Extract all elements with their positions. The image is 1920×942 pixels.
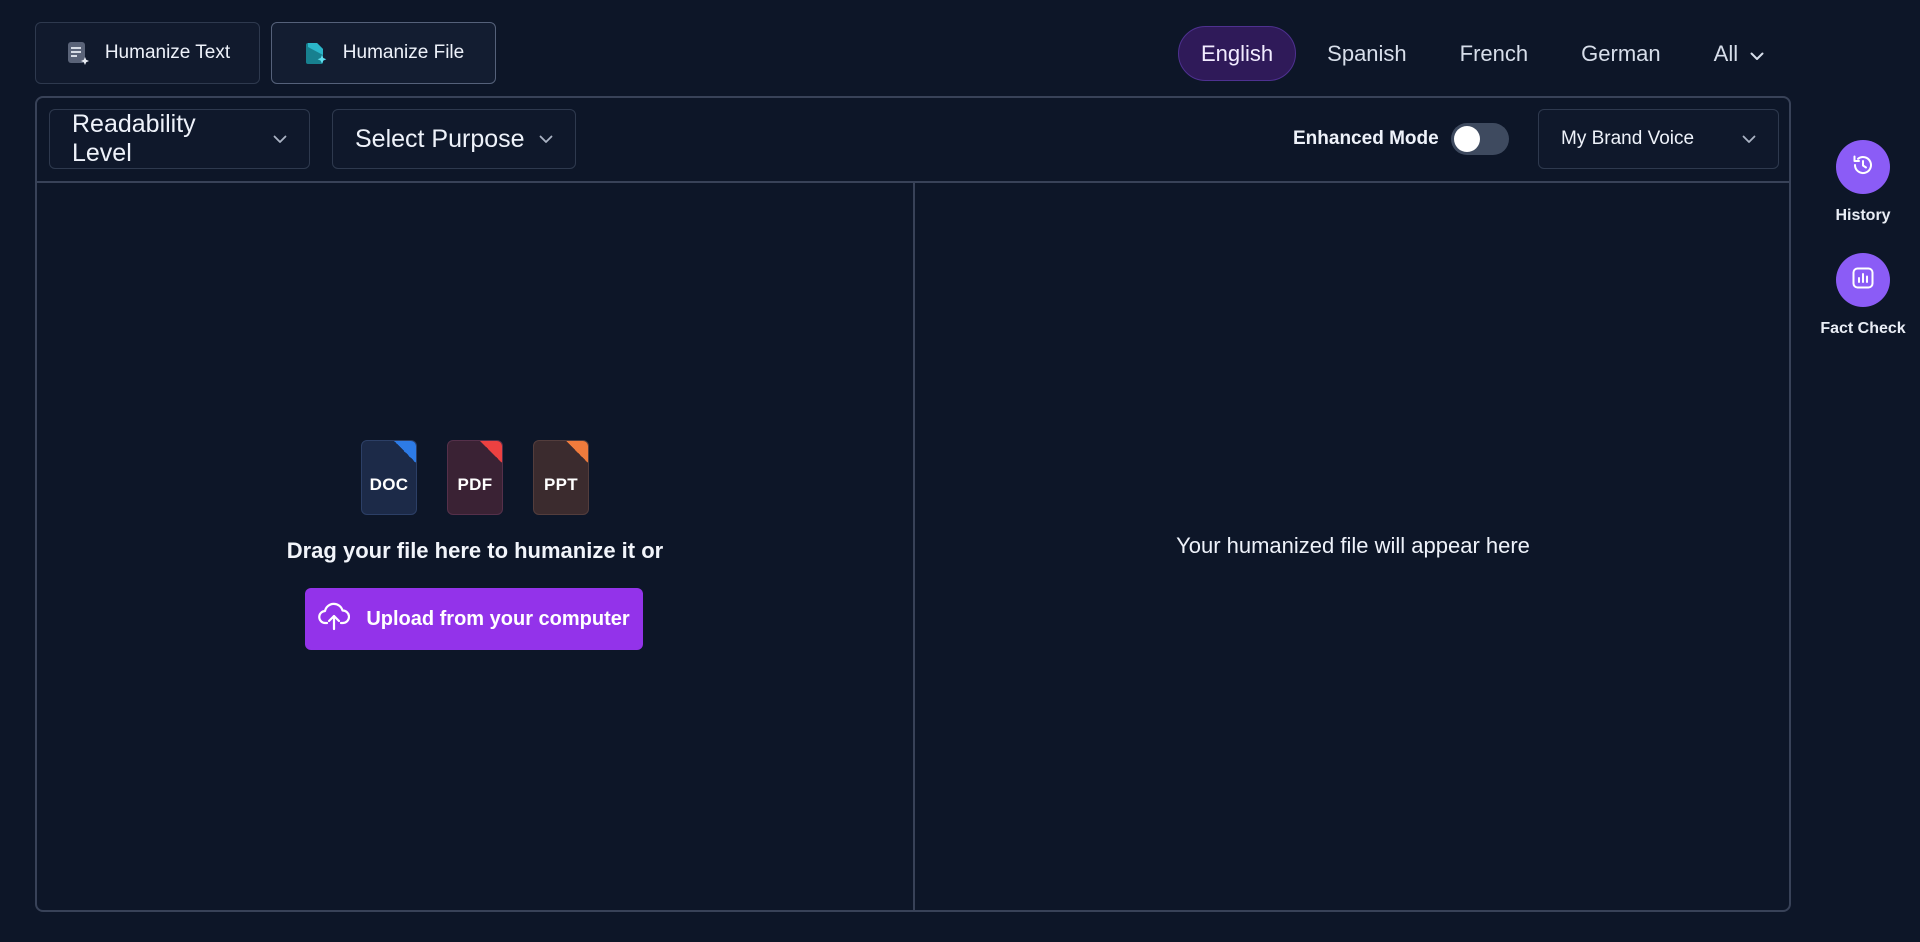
- language-spanish[interactable]: Spanish: [1305, 26, 1429, 81]
- pdf-file-icon: PDF: [447, 440, 503, 515]
- language-english[interactable]: English: [1178, 26, 1297, 81]
- output-placeholder: Your humanized file will appear here: [1176, 533, 1530, 558]
- side-actions: History Fact Check: [1818, 140, 1908, 366]
- language-german[interactable]: German: [1559, 26, 1682, 81]
- history-label: History: [1835, 207, 1891, 224]
- pdf-label: PDF: [457, 474, 493, 494]
- select-purpose-label: Select Purpose: [355, 124, 525, 153]
- language-french[interactable]: French: [1438, 26, 1550, 81]
- document-lines-icon: [65, 40, 91, 66]
- enhanced-mode-toggle[interactable]: [1450, 123, 1509, 155]
- select-purpose-dropdown[interactable]: Select Purpose: [332, 109, 576, 169]
- doc-label: DOC: [369, 474, 409, 494]
- enhanced-mode-label: Enhanced Mode: [1293, 128, 1439, 149]
- history-icon: [1850, 152, 1876, 183]
- cloud-upload-icon: [318, 601, 351, 637]
- fact-check-label: Fact Check: [1820, 320, 1906, 337]
- chevron-down-icon: [273, 135, 287, 144]
- language-all-label: All: [1713, 40, 1739, 66]
- file-type-icons: DOC PDF PPT: [361, 440, 589, 515]
- ppt-file-icon: PPT: [533, 440, 589, 515]
- history-action[interactable]: History: [1818, 140, 1908, 225]
- language-selector: English Spanish French German All: [1178, 26, 1795, 81]
- toggle-knob: [1453, 126, 1480, 152]
- file-drop-zone[interactable]: DOC PDF PPT Drag your file here to human…: [37, 183, 913, 912]
- humanize-text-tab[interactable]: Humanize Text: [35, 22, 260, 84]
- ppt-label: PPT: [544, 474, 578, 494]
- language-all-dropdown[interactable]: All: [1692, 26, 1786, 81]
- drag-instructions: Drag your file here to humanize it or: [286, 538, 664, 563]
- chart-icon: [1850, 265, 1876, 296]
- fact-check-button[interactable]: [1836, 253, 1890, 307]
- mode-tabs: Humanize Text Humanize File: [35, 22, 496, 84]
- doc-file-icon: DOC: [361, 440, 417, 515]
- output-pane: Your humanized file will appear here: [915, 183, 1791, 912]
- humanizer-panel: Readability Level Select Purpose Enhance…: [35, 96, 1791, 912]
- readability-level-label: Readability Level: [72, 110, 196, 167]
- upload-button-label: Upload from your computer: [366, 607, 630, 630]
- chevron-down-icon: [539, 135, 553, 144]
- enhanced-mode-control: Enhanced Mode: [1293, 122, 1509, 156]
- humanize-text-label: Humanize Text: [104, 42, 231, 63]
- upload-button[interactable]: Upload from your computer: [305, 588, 643, 650]
- chevron-down-icon: [1750, 41, 1764, 67]
- brand-voice-label: My Brand Voice: [1561, 128, 1695, 149]
- fact-check-action[interactable]: Fact Check: [1818, 253, 1908, 338]
- history-button[interactable]: [1836, 140, 1890, 194]
- readability-level-dropdown[interactable]: Readability Level: [49, 109, 310, 169]
- humanize-file-tab[interactable]: Humanize File: [271, 22, 496, 84]
- chevron-down-icon: [1742, 128, 1756, 150]
- brand-voice-dropdown[interactable]: My Brand Voice: [1538, 109, 1779, 169]
- humanize-file-label: Humanize File: [342, 42, 465, 63]
- options-toolbar: Readability Level Select Purpose Enhance…: [37, 98, 1789, 183]
- file-sparkle-icon: [303, 40, 329, 66]
